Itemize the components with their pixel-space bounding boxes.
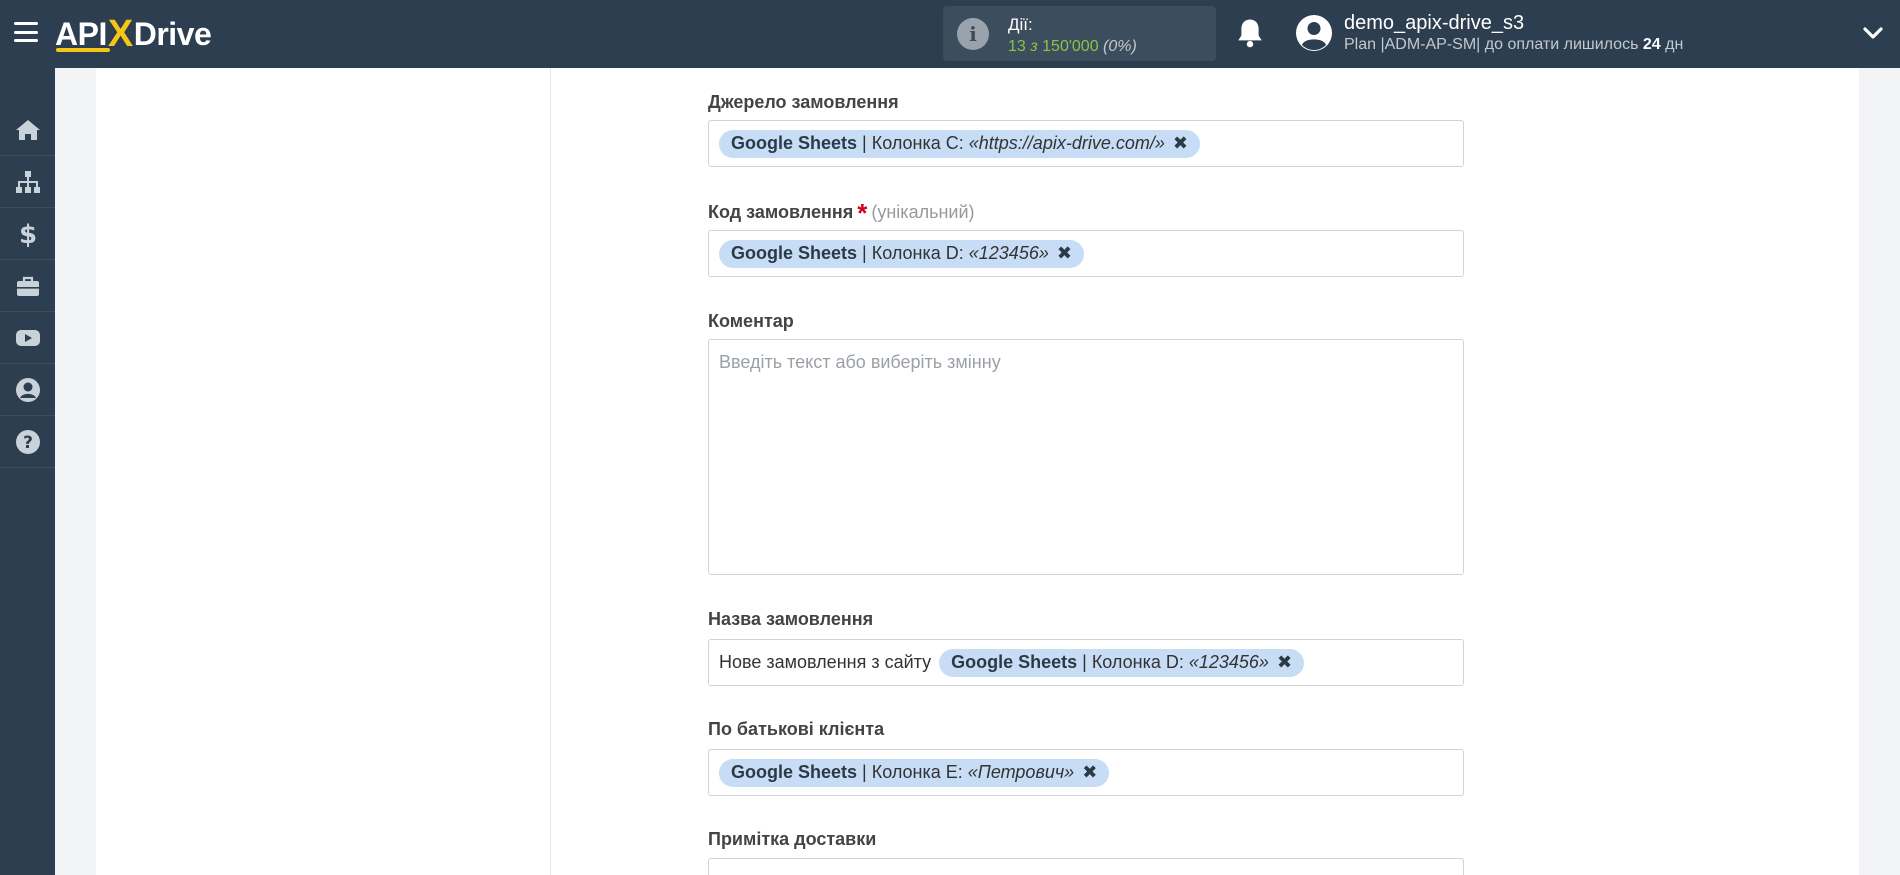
- remove-chip-icon[interactable]: ✖: [1082, 762, 1097, 783]
- left-panel: [96, 68, 551, 875]
- order-code-input[interactable]: Google Sheets | Колонка D: «123456» ✖: [708, 230, 1464, 277]
- label-text: Джерело замовлення: [708, 92, 899, 112]
- field-label-order-code: Код замовлення * (унікальний): [708, 198, 975, 229]
- comment-placeholder: Введіть текст або виберіть змінну: [719, 352, 1001, 372]
- sidebar-item-help[interactable]: ?: [0, 416, 55, 468]
- user-avatar-icon[interactable]: [1295, 14, 1333, 52]
- remove-chip-icon[interactable]: ✖: [1057, 243, 1072, 264]
- remove-chip-icon[interactable]: ✖: [1173, 133, 1188, 154]
- actions-label: Дії:: [1008, 15, 1033, 34]
- label-text: Назва замовлення: [708, 609, 874, 629]
- actions-count: 13: [1008, 38, 1026, 55]
- top-bar: API X Drive i Дії: 13 з 150'000 (0%) demo_…: [0, 0, 1900, 68]
- label-text: Код замовлення: [708, 202, 854, 222]
- chip-column: Колонка C:: [871, 133, 964, 153]
- actions-counter[interactable]: i Дії: 13 з 150'000 (0%): [943, 6, 1216, 61]
- comment-textarea[interactable]: Введіть текст або виберіть змінну: [708, 339, 1464, 575]
- plan-prefix: Plan |ADM-AP-SM| до оплати лишилось: [1344, 36, 1639, 53]
- left-sidebar: $ ?: [0, 68, 55, 875]
- actions-of: з: [1030, 38, 1038, 55]
- chip-value: «123456»: [968, 243, 1049, 263]
- youtube-icon: [15, 329, 40, 346]
- order-name-prefix: Нове замовлення з сайту: [719, 652, 932, 672]
- chip-source: Google Sheets: [731, 243, 858, 263]
- chip-column: Колонка E:: [871, 762, 963, 782]
- info-icon: i: [957, 18, 989, 50]
- chip-source: Google Sheets: [731, 762, 858, 782]
- sidebar-item-services[interactable]: [0, 260, 55, 312]
- field-label-order-source: Джерело замовлення: [708, 92, 899, 113]
- user-circle-icon: [15, 377, 40, 402]
- field-hint: (унікальний): [871, 202, 975, 222]
- label-text: Примітка доставки: [708, 829, 877, 849]
- actions-percent: (0%): [1103, 38, 1137, 55]
- dollar-icon: $: [18, 220, 36, 248]
- logo-api: API: [55, 15, 107, 52]
- home-icon: [15, 119, 40, 140]
- question-icon: ?: [15, 429, 40, 454]
- chip-value: «https://apix-drive.com/»: [968, 133, 1165, 153]
- variable-chip[interactable]: Google Sheets | Колонка C: «https://apix…: [719, 129, 1200, 158]
- chip-value: «123456»: [1188, 652, 1269, 672]
- sidebar-item-home[interactable]: [0, 104, 55, 156]
- actions-total: 150'000: [1042, 38, 1099, 55]
- chip-separator: |: [862, 133, 867, 153]
- variable-chip[interactable]: Google Sheets | Колонка D: «123456» ✖: [939, 648, 1305, 677]
- chip-value: «Петрович»: [967, 762, 1075, 782]
- delivery-note-input[interactable]: [708, 858, 1464, 875]
- required-marker: *: [857, 198, 868, 228]
- chip-separator: |: [1082, 652, 1087, 672]
- main-content: Джерело замовлення Google Sheets | Колон…: [96, 68, 1859, 875]
- svg-text:$: $: [18, 220, 36, 248]
- bell-icon[interactable]: [1235, 17, 1265, 49]
- menu-icon[interactable]: [14, 22, 38, 42]
- chip-source: Google Sheets: [731, 133, 858, 153]
- chip-separator: |: [862, 243, 867, 263]
- chip-source: Google Sheets: [951, 652, 1078, 672]
- field-label-patronymic: По батькові клієнта: [708, 719, 884, 740]
- sitemap-icon: [15, 170, 40, 193]
- briefcase-icon: [16, 276, 39, 296]
- variable-chip[interactable]: Google Sheets | Колонка E: «Петрович» ✖: [719, 758, 1110, 787]
- sidebar-item-videos[interactable]: [0, 312, 55, 364]
- field-label-delivery-note: Примітка доставки: [708, 829, 876, 850]
- field-label-order-name: Назва замовлення: [708, 609, 873, 630]
- label-text: По батькові клієнта: [708, 719, 885, 739]
- svg-text:?: ?: [23, 433, 33, 453]
- logo-drive: Drive: [133, 15, 212, 52]
- chip-separator: |: [862, 762, 867, 782]
- logo-underline: [56, 48, 110, 52]
- patronymic-input[interactable]: Google Sheets | Колонка E: «Петрович» ✖: [708, 749, 1464, 796]
- logo-x: X: [107, 12, 133, 55]
- plan-suffix: дн: [1665, 36, 1684, 53]
- field-label-comment: Коментар: [708, 311, 794, 332]
- plan-days: 24: [1642, 36, 1661, 53]
- chip-column: Колонка D:: [1091, 652, 1184, 672]
- sidebar-item-connections[interactable]: [0, 156, 55, 208]
- label-text: Коментар: [708, 311, 794, 331]
- order-name-input[interactable]: Нове замовлення з сайту Google Sheets | …: [708, 639, 1464, 686]
- order-source-input[interactable]: Google Sheets | Колонка C: «https://apix…: [708, 120, 1464, 167]
- sidebar-item-billing[interactable]: $: [0, 208, 55, 260]
- plan-info: Plan |ADM-AP-SM| до оплати лишилось 24 д…: [1344, 36, 1683, 54]
- chip-column: Колонка D:: [871, 243, 964, 263]
- variable-chip[interactable]: Google Sheets | Колонка D: «123456» ✖: [719, 239, 1084, 268]
- username[interactable]: demo_apix-drive_s3: [1344, 12, 1524, 35]
- remove-chip-icon[interactable]: ✖: [1277, 652, 1292, 673]
- actions-value: 13 з 150'000 (0%): [1008, 38, 1137, 56]
- sidebar-item-profile[interactable]: [0, 364, 55, 416]
- chevron-down-icon[interactable]: [1862, 24, 1884, 42]
